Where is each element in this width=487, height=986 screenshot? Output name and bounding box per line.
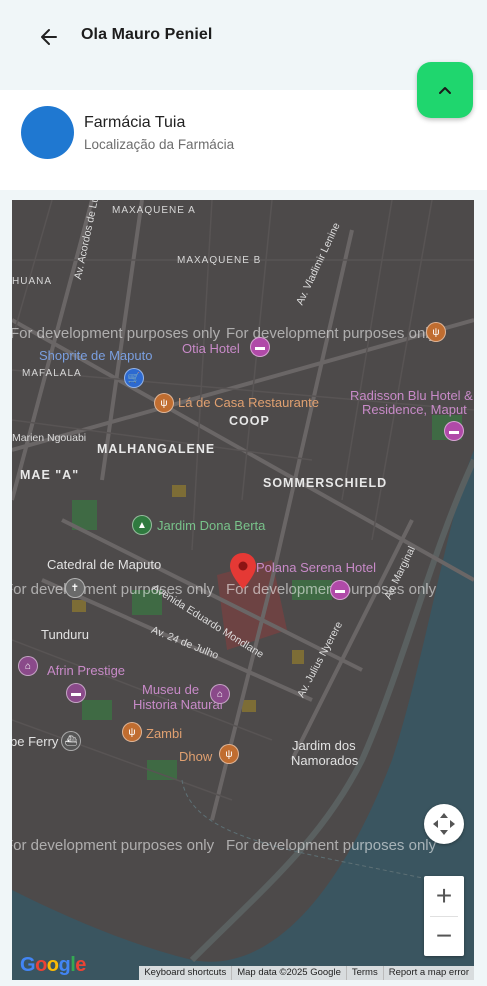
zoom-out-button[interactable]: − <box>424 916 464 956</box>
zoom-controls: + − <box>424 876 464 956</box>
area-label: MAXAQUENE A <box>112 205 196 216</box>
chevron-up-icon <box>439 87 451 94</box>
ferry-icon[interactable]: ⛴ <box>61 731 81 751</box>
poi-label: Shoprite de Maputo <box>39 348 153 363</box>
restaurant-icon[interactable]: ψ <box>154 393 174 413</box>
poi-label: Namorados <box>291 753 359 768</box>
area-label: HUANA <box>12 276 53 287</box>
dev-watermark: For development purposes only <box>12 837 215 854</box>
map-data-text: Map data ©2025 Google <box>231 966 346 980</box>
terms-link[interactable]: Terms <box>345 966 383 980</box>
keyboard-shortcuts-link[interactable]: Keyboard shortcuts <box>139 966 231 980</box>
area-label: MAFALALA <box>22 368 82 379</box>
poi-label: Dhow <box>179 749 213 764</box>
poi-label: Jardim Dona Berta <box>157 518 266 533</box>
church-icon[interactable]: ✝ <box>65 578 85 598</box>
hotel-icon[interactable]: ▬ <box>330 580 350 600</box>
zoom-in-button[interactable]: + <box>424 876 464 916</box>
poi-label: Museu de <box>142 682 200 697</box>
restaurant-icon[interactable]: ψ <box>426 322 446 342</box>
area-label: COOP <box>229 414 270 428</box>
avatar <box>21 106 74 159</box>
pharmacy-card: Farmácia Tuia Localização da Farmácia <box>0 90 487 190</box>
poi-label: Lá de Casa Restaurante <box>178 395 319 410</box>
map-view[interactable]: For development purposes only For develo… <box>12 200 474 980</box>
page-title: Ola Mauro Peniel <box>81 26 213 43</box>
location-pin-icon[interactable] <box>230 553 256 589</box>
map-attribution: Keyboard shortcuts Map data ©2025 Google… <box>139 966 474 980</box>
park-icon[interactable]: ▲ <box>132 515 152 535</box>
area-label: MALHANGALENE <box>97 442 216 456</box>
pharmacy-name: Farmácia Tuia <box>84 114 186 131</box>
app-bar: Ola Mauro Peniel <box>0 0 487 72</box>
google-logo[interactable]: Google <box>20 954 86 977</box>
area-label: MAXAQUENE B <box>177 255 262 266</box>
museum-icon[interactable]: ⌂ <box>210 684 230 704</box>
poi-label: Residence, Maput <box>362 402 467 417</box>
map-move-button[interactable] <box>424 804 464 844</box>
back-button[interactable] <box>34 22 64 52</box>
poi-label: Tunduru <box>41 627 89 642</box>
cart-icon[interactable]: 🛒 <box>124 368 144 388</box>
dev-watermark: For development purposes only <box>226 837 437 854</box>
dev-watermark: For development purposes only <box>12 581 215 598</box>
poi-label: Jardim dos <box>292 738 356 753</box>
pan-arrows-icon <box>433 813 455 835</box>
dev-watermark: For development purposes only <box>12 325 221 342</box>
poi-label: Radisson Blu Hotel & <box>350 388 473 403</box>
report-error-link[interactable]: Report a map error <box>382 966 474 980</box>
hotel-icon[interactable]: ▬ <box>444 421 464 441</box>
arrow-left-icon <box>41 29 57 45</box>
poi-label: be Ferry <box>12 734 59 749</box>
poi-label: Catedral de Maputo <box>47 557 162 572</box>
hotel-icon[interactable]: ▬ <box>66 683 86 703</box>
scroll-up-button[interactable] <box>417 62 473 118</box>
poi-label: Polana Serena Hotel <box>256 560 376 575</box>
poi-label: Otia Hotel <box>182 341 240 356</box>
pharmacy-subtitle: Localização da Farmácia <box>84 137 235 152</box>
area-label: MAE "A" <box>20 468 80 482</box>
restaurant-icon[interactable]: ψ <box>122 722 142 742</box>
area-label: SOMMERSCHIELD <box>263 476 388 490</box>
hotel-icon[interactable]: ▬ <box>250 337 270 357</box>
poi-label: Afrin Prestige <box>47 663 126 678</box>
street-label: Marien Ngouabi <box>12 432 87 444</box>
museum-icon[interactable]: ⌂ <box>18 656 38 676</box>
restaurant-icon[interactable]: ψ <box>219 744 239 764</box>
poi-label: Historia Natural <box>133 697 223 712</box>
poi-label: Zambi <box>146 726 183 741</box>
